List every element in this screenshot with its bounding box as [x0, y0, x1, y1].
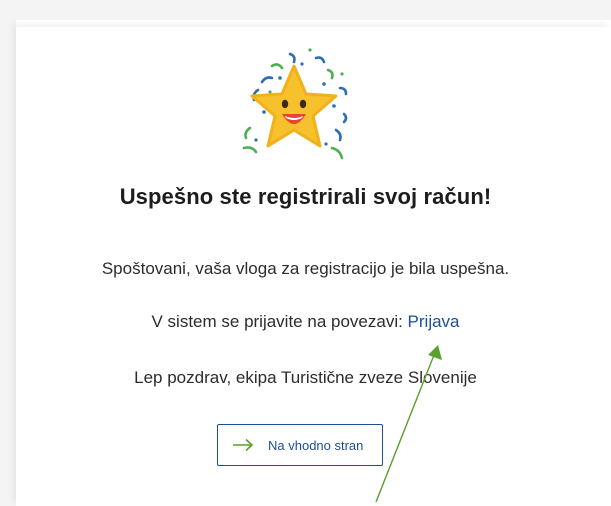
home-page-button-label: Na vhodno stran	[268, 437, 364, 453]
top-background-strip	[0, 0, 611, 20]
login-link[interactable]: Prijava	[408, 312, 460, 331]
login-instruction-text: V sistem se prijavite na povezavi:	[151, 312, 408, 331]
arrow-right-icon	[233, 438, 254, 452]
greeting-text: Spoštovani, vaša vloga za registracijo j…	[101, 259, 510, 278]
home-page-button[interactable]: Na vhodno stran	[217, 424, 383, 466]
page: Uspešno ste registrirali svoj račun! Spo…	[0, 0, 611, 506]
signoff-text: Lep pozdrav, ekipa Turistične zveze Slov…	[134, 368, 477, 387]
login-instruction: V sistem se prijavite na povezavi: Prija…	[0, 312, 611, 332]
page-title: Uspešno ste registrirali svoj račun!	[119, 184, 492, 209]
smiling-star-confetti-icon	[242, 48, 348, 160]
